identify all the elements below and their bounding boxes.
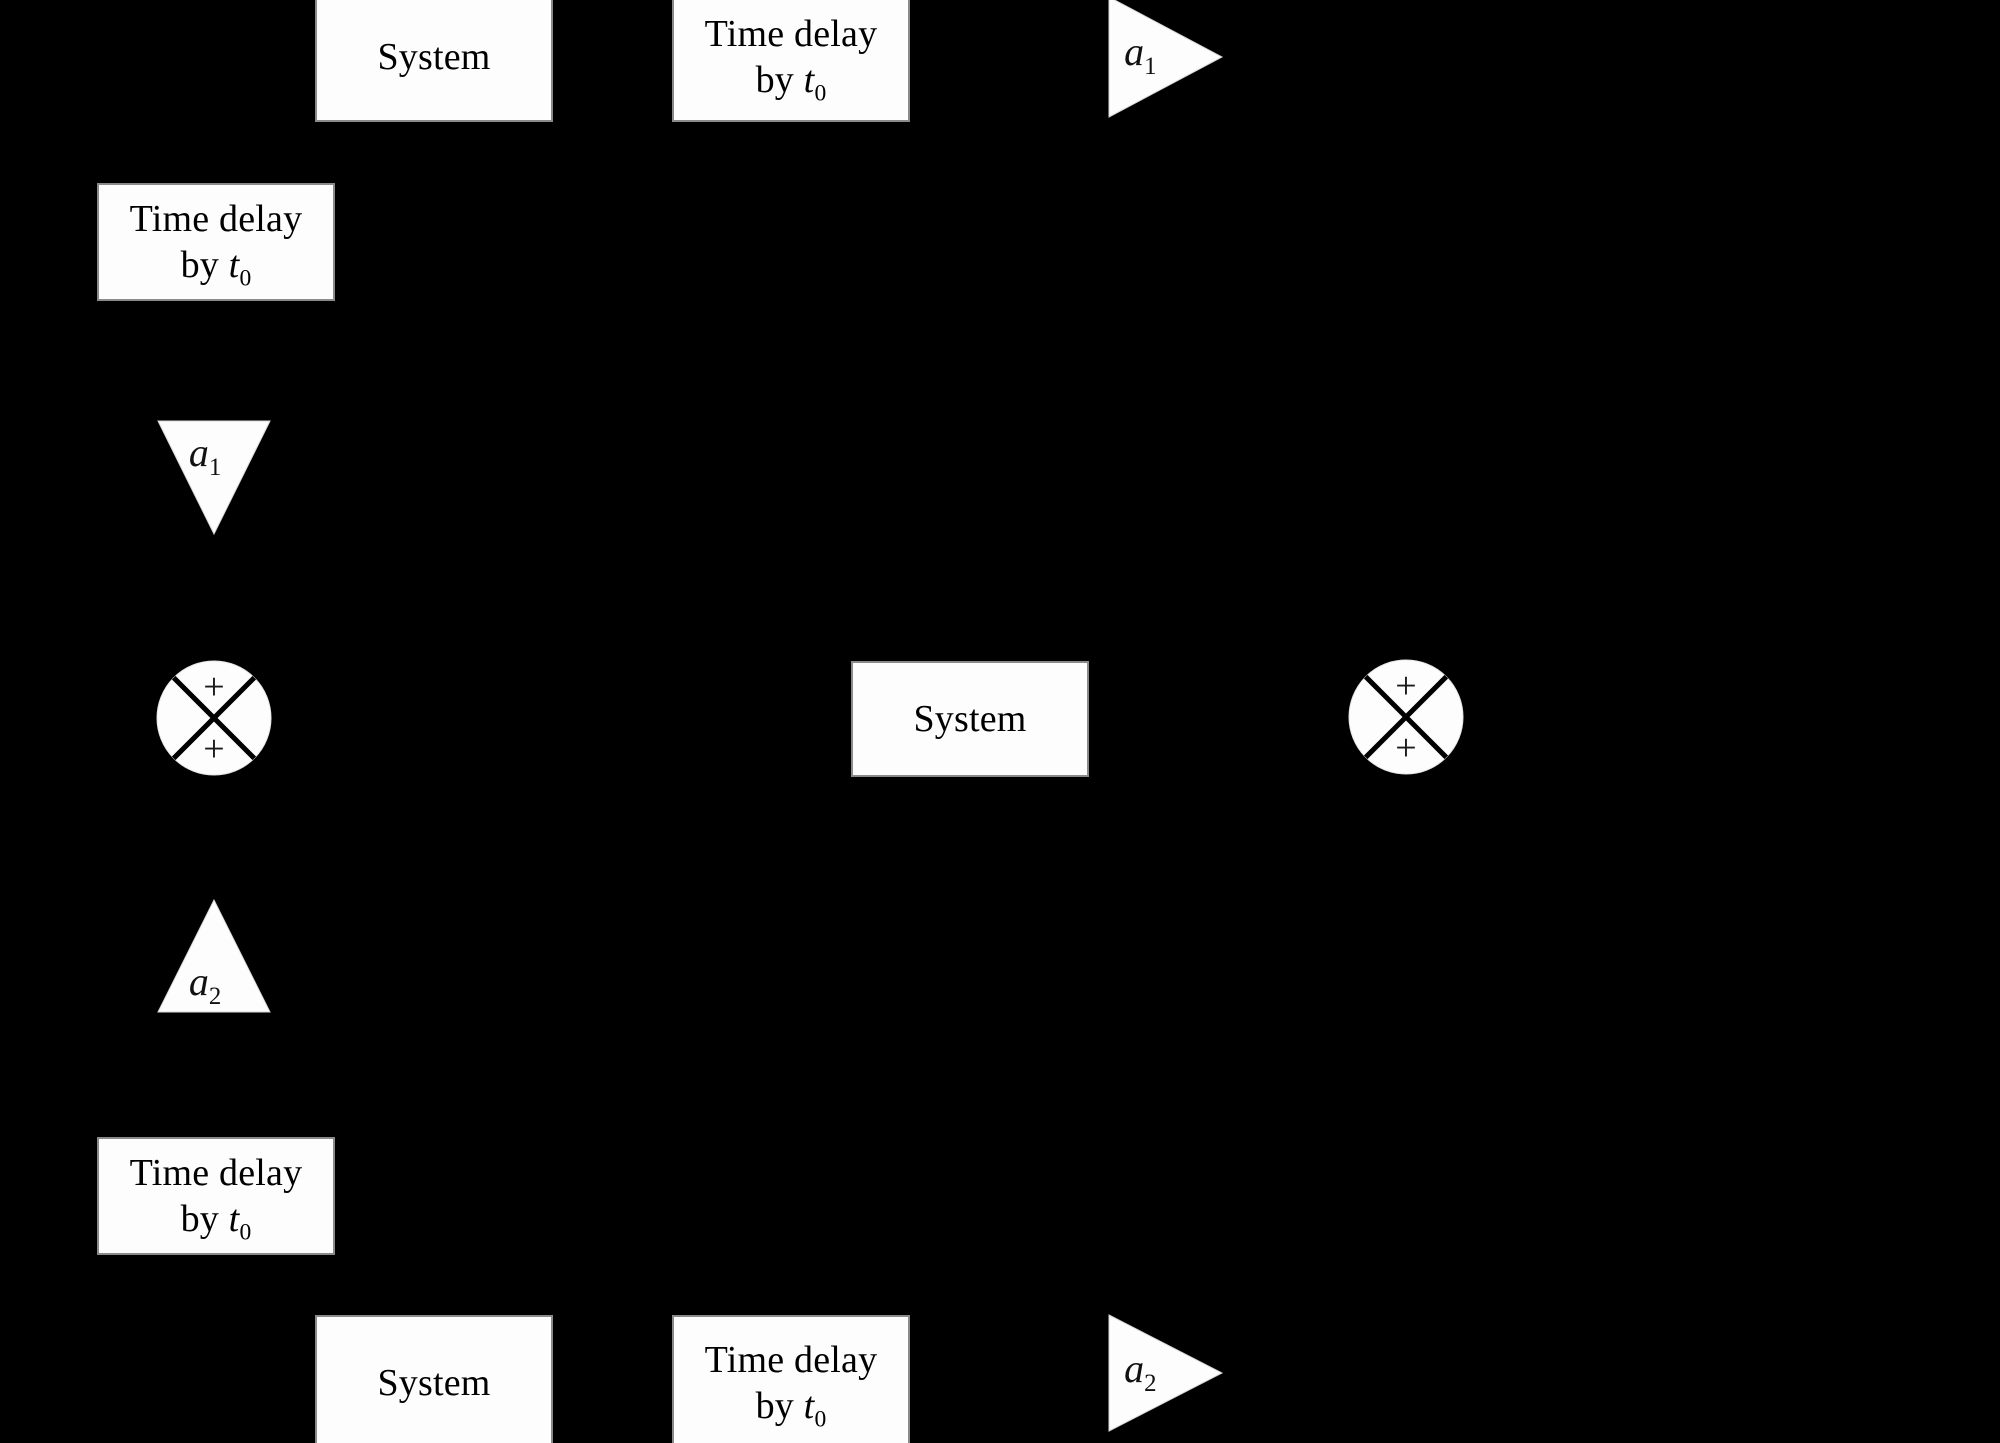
time-delay-block-top: Time delay by t0 [672, 0, 910, 122]
time-delay-block-bottom: Time delay by t0 [672, 1315, 910, 1443]
summing-junction-shape [156, 660, 272, 776]
gain-triangle-a2-bottom-right: a2 [1108, 1314, 1224, 1432]
time-delay-block-lower-left: Time delay by t0 [97, 1137, 335, 1255]
block-label: Time delay by t0 [129, 1151, 303, 1246]
gain-triangle-a1-top-right: a1 [1108, 0, 1224, 118]
summing-junction-right: + + [1347, 658, 1465, 776]
gain-triangle-shape [157, 420, 271, 536]
gain-triangle-a1-down: a1 [157, 420, 271, 536]
block-label: Time delay by t0 [129, 197, 303, 292]
summing-junction-shape [1348, 659, 1464, 775]
block-label: System [377, 1361, 491, 1404]
summing-junction-left: + + [155, 659, 273, 777]
block-label: System [913, 697, 1027, 740]
block-diagram-canvas: System Time delay by t0 Time delay by t0 Syst… [0, 0, 2000, 1443]
system-block-center: System [851, 661, 1089, 777]
system-block-top: System [315, 0, 553, 122]
time-delay-block-upper-left: Time delay by t0 [97, 183, 335, 301]
block-label: Time delay by t0 [704, 12, 878, 107]
gain-triangle-shape [1108, 1314, 1224, 1432]
system-block-bottom: System [315, 1315, 553, 1443]
gain-triangle-a2-up: a2 [157, 898, 271, 1013]
gain-triangle-shape [157, 898, 271, 1013]
block-label: Time delay by t0 [704, 1338, 878, 1433]
gain-triangle-shape [1108, 0, 1224, 118]
block-label: System [377, 35, 491, 78]
